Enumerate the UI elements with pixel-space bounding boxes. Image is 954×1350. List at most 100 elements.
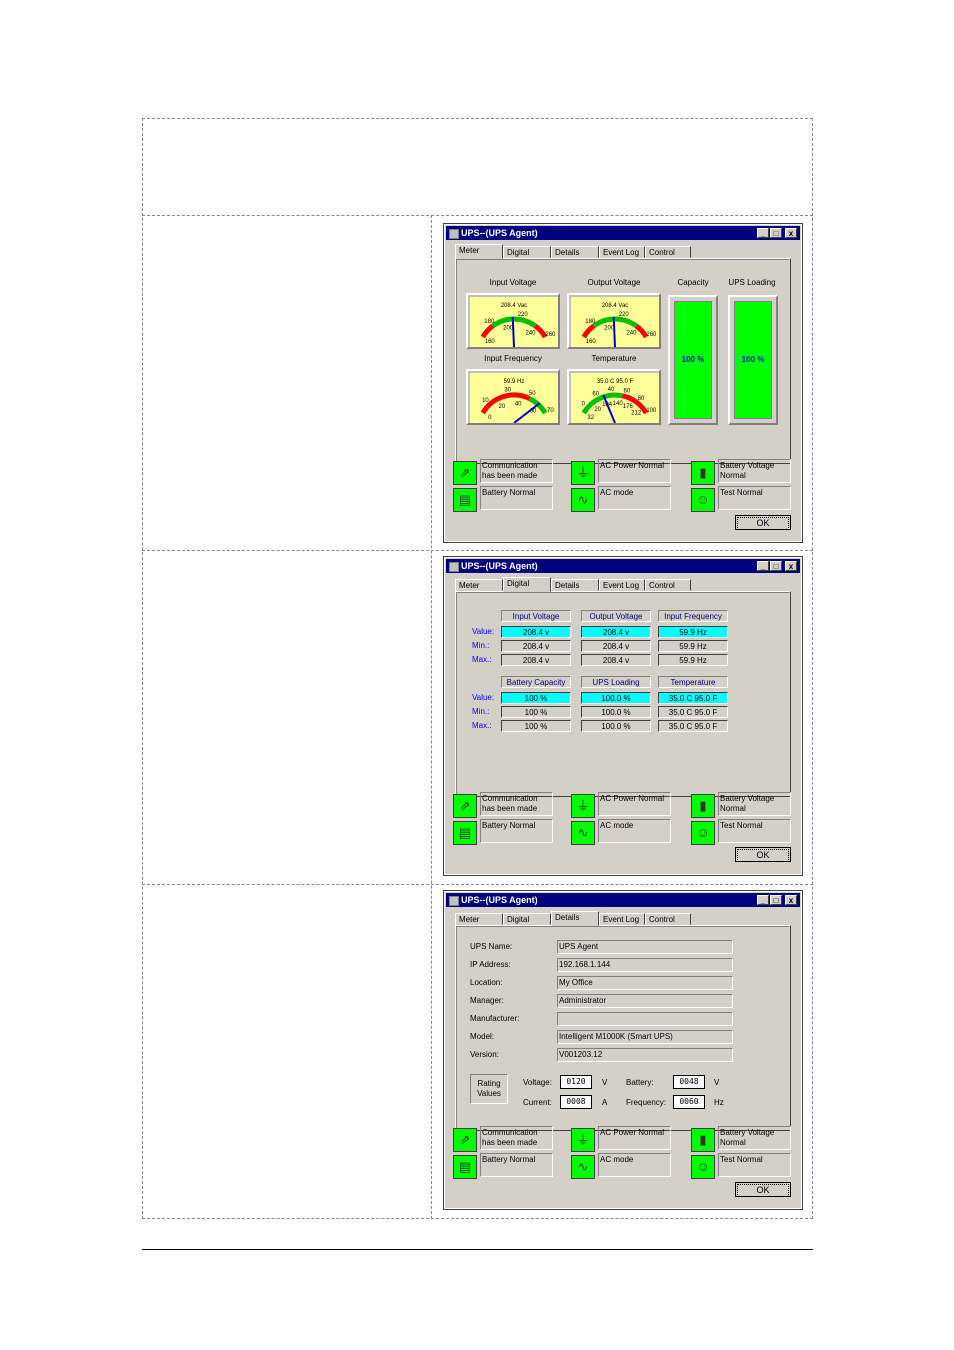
status-text: AC mode xyxy=(598,819,671,843)
gauge-tick-label: 260 xyxy=(646,332,657,338)
battery-pack-icon: ▤ xyxy=(453,1155,477,1179)
row-label: Max.: xyxy=(472,721,492,730)
status-text: AC Power Normal xyxy=(598,1126,671,1150)
ok-button[interactable]: OK xyxy=(735,1182,791,1197)
maximize-button[interactable]: □ xyxy=(770,228,782,238)
gauge-tick-label: 100 xyxy=(646,408,657,414)
tab-event-log[interactable]: Event Log xyxy=(599,913,645,925)
divider xyxy=(142,550,813,551)
value-cell: 208.4 v xyxy=(501,640,571,652)
column-header: Output Voltage xyxy=(581,610,651,622)
field-value[interactable] xyxy=(557,1012,733,1026)
minimize-button[interactable]: _ xyxy=(757,228,769,238)
tab-details[interactable]: Details xyxy=(551,246,599,258)
voltage-field[interactable]: 0120 xyxy=(560,1075,592,1089)
value-cell: 100.0 % xyxy=(581,706,651,718)
ups-window-digital: UPS--(UPS Agent) _ □ x Meter Digital Detai… xyxy=(443,556,803,876)
ok-button[interactable]: OK xyxy=(735,515,791,530)
temperature-label: Temperature xyxy=(591,354,637,363)
column-header: Input Voltage xyxy=(501,610,571,622)
value-cell: 35.0 C 95.0 F xyxy=(658,706,728,718)
tab-meter[interactable]: Meter xyxy=(455,244,503,259)
status-item: ▤ Battery Normal xyxy=(453,1153,559,1179)
status-text: AC Power Normal xyxy=(598,459,671,483)
row-label: Min.: xyxy=(472,707,490,716)
status-text: Battery Voltage Normal xyxy=(718,1126,791,1150)
maximize-button[interactable]: □ xyxy=(770,561,782,571)
status-text: Battery Voltage Normal xyxy=(718,459,791,483)
value-cell: 100 % xyxy=(501,720,571,732)
tab-event-log[interactable]: Event Log xyxy=(599,246,645,258)
battery-label: Battery: xyxy=(626,1078,654,1087)
row-label: Value: xyxy=(472,693,495,702)
battery-field[interactable]: 0048 xyxy=(673,1075,705,1089)
field-value[interactable]: Administrator xyxy=(557,994,733,1008)
output-voltage-gauge: 160 180 200 220 240 260 208.4 Vac xyxy=(567,293,661,349)
sine-wave-icon: ∿ xyxy=(571,488,595,512)
test-person-icon: ☺ xyxy=(691,821,715,845)
gauge-tick-label: 160 xyxy=(485,339,496,345)
field-value[interactable]: My Office xyxy=(557,976,733,990)
tab-meter[interactable]: Meter xyxy=(455,913,503,925)
close-button[interactable]: x xyxy=(785,895,797,905)
status-item: ▤ Battery Normal xyxy=(453,819,559,845)
app-icon xyxy=(449,229,459,239)
battery-icon: ▮ xyxy=(691,794,715,818)
gauge-tick-label: 32 xyxy=(587,415,594,421)
minimize-button[interactable]: _ xyxy=(757,561,769,571)
divider xyxy=(142,884,813,885)
temperature-gauge: 320206010440140601768021210035.0 C 95.0 … xyxy=(567,369,661,425)
current-field[interactable]: 0008 xyxy=(560,1095,592,1109)
test-person-icon: ☺ xyxy=(691,1155,715,1179)
battery-pack-icon: ▤ xyxy=(453,488,477,512)
status-text: AC Power Normal xyxy=(598,792,671,816)
capacity-bar: 100 % xyxy=(668,295,718,425)
gauge-tick-label: 220 xyxy=(619,312,630,318)
value-cell: 208.4 v xyxy=(581,626,651,638)
maximize-button[interactable]: □ xyxy=(770,895,782,905)
tab-control[interactable]: Control xyxy=(645,913,691,925)
status-text: AC mode xyxy=(598,486,671,510)
field-value[interactable]: 192.168.1.144 xyxy=(557,958,733,972)
field-value[interactable]: V001203.12 xyxy=(557,1048,733,1062)
ups-window-meter: UPS--(UPS Agent) _ □ x Meter Digital Detai… xyxy=(443,223,803,543)
rating-values-label: Rating Values xyxy=(470,1074,508,1104)
capacity-value: 100 % xyxy=(681,355,705,364)
tab-control[interactable]: Control xyxy=(645,579,691,591)
current-unit: A xyxy=(602,1098,608,1107)
tab-digital[interactable]: Digital xyxy=(503,246,551,258)
field-label: Location: xyxy=(470,978,503,987)
close-button[interactable]: x xyxy=(785,561,797,571)
gauge-tick-label: 80 xyxy=(638,396,645,402)
value-cell: 35.0 C 95.0 F xyxy=(658,692,728,704)
field-value[interactable]: Intelligent M1000K (Smart UPS) xyxy=(557,1030,733,1044)
gauge-tick-label: 40 xyxy=(515,401,522,407)
tab-control[interactable]: Control xyxy=(645,246,691,258)
value-cell: 208.4 v xyxy=(581,640,651,652)
tab-digital[interactable]: Digital xyxy=(503,577,551,592)
input-frequency-gauge: 0 10 20 30 40 50 60 70 59.9 Hz xyxy=(466,369,560,425)
value-cell: 100.0 % xyxy=(581,692,651,704)
app-icon xyxy=(449,896,459,906)
divider xyxy=(142,215,813,216)
close-button[interactable]: x xyxy=(785,228,797,238)
network-cable-icon: ⇗ xyxy=(453,794,477,818)
value-cell: 59.9 Hz xyxy=(658,640,728,652)
column-divider xyxy=(431,215,432,1219)
tab-details[interactable]: Details xyxy=(551,579,599,591)
frequency-field[interactable]: 0060 xyxy=(673,1095,705,1109)
ups-loading-value: 100 % xyxy=(741,355,765,364)
gauge-tick-label: 212 xyxy=(631,411,642,417)
ups-window-details: UPS--(UPS Agent) _ □ x Meter Digital Detai… xyxy=(443,890,803,1210)
status-item: ▮ Battery Voltage Normal xyxy=(691,1126,797,1152)
window-title: UPS--(UPS Agent) xyxy=(461,895,538,905)
ok-button[interactable]: OK xyxy=(735,847,791,862)
tab-event-log[interactable]: Event Log xyxy=(599,579,645,591)
tab-meter[interactable]: Meter xyxy=(455,579,503,591)
tab-details[interactable]: Details xyxy=(551,911,599,926)
minimize-button[interactable]: _ xyxy=(757,895,769,905)
voltage-label: Voltage: xyxy=(523,1078,552,1087)
tab-digital[interactable]: Digital xyxy=(503,913,551,925)
window-title: UPS--(UPS Agent) xyxy=(461,561,538,571)
field-value[interactable]: UPS Agent xyxy=(557,940,733,954)
